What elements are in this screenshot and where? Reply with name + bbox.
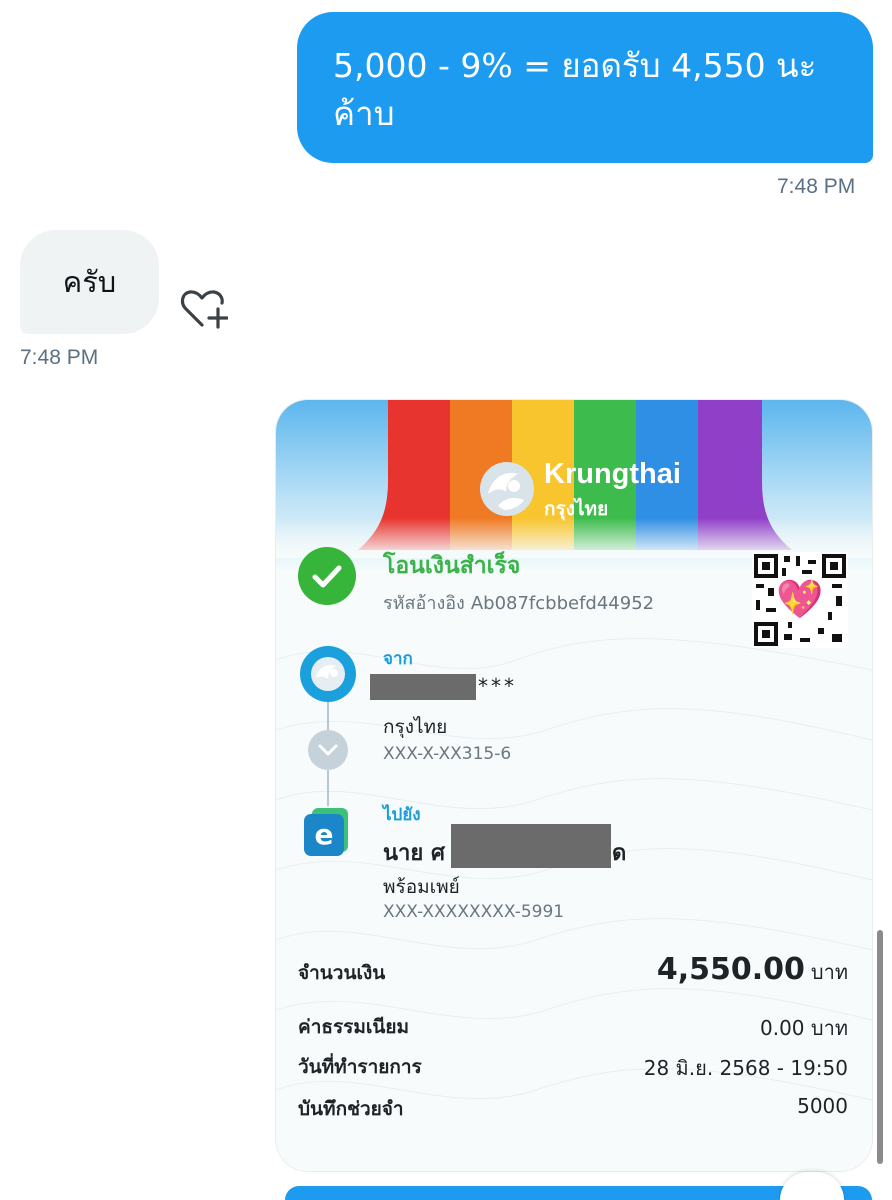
connector-line bbox=[327, 770, 329, 806]
status-title: โอนเงินสำเร็จ bbox=[383, 553, 521, 579]
outgoing-message-text: 5,000 - 9% = ยอดรับ 4,550 นะค้าบ bbox=[333, 46, 817, 133]
reference-label: รหัสอ้างอิง bbox=[383, 593, 465, 614]
scrollbar[interactable] bbox=[877, 930, 883, 1164]
recipient-name-prefix: นาย ศ bbox=[383, 841, 445, 866]
memo-label: บันทึกช่วยจำ bbox=[298, 1098, 404, 1120]
scroll-down-button[interactable] bbox=[780, 1172, 844, 1200]
chevron-down-icon bbox=[308, 730, 348, 770]
to-label: ไปยัง bbox=[383, 805, 421, 825]
incoming-message-text: ครับ bbox=[62, 265, 117, 299]
recipient-name-suffix: ด bbox=[612, 841, 627, 866]
krungthai-logo-icon bbox=[480, 462, 534, 516]
sender-account: XXX-X-XX315-6 bbox=[383, 744, 512, 764]
sender-bank: กรุงไทย bbox=[383, 716, 448, 738]
wallet-e-icon: e bbox=[304, 808, 348, 856]
sender-name-mask: *** bbox=[478, 674, 517, 698]
fee-value: 0.00 บาท bbox=[760, 1016, 848, 1040]
amount-label: จำนวนเงิน bbox=[298, 962, 386, 984]
from-label: จาก bbox=[383, 649, 413, 669]
brand-name-en: Krungthai bbox=[544, 458, 681, 490]
sparkling-heart-icon: 💖 bbox=[776, 577, 824, 621]
amount-value-row: 4,550.00 บาท bbox=[657, 952, 848, 988]
fee-label: ค่าธรรมเนียม bbox=[298, 1016, 410, 1038]
incoming-message-bubble[interactable]: ครับ bbox=[20, 230, 159, 334]
amount-value: 4,550.00 bbox=[656, 952, 805, 987]
transfer-slip-image[interactable]: Krungthai กรุงไทย โอนเงินสำเร็จ รหัสอ้าง… bbox=[276, 400, 872, 1171]
sender-bank-logo-icon bbox=[300, 646, 356, 702]
date-value: 28 มิ.ย. 2568 - 19:50 bbox=[643, 1056, 848, 1080]
outgoing-message-bubble[interactable]: 5,000 - 9% = ยอดรับ 4,550 นะค้าบ bbox=[297, 12, 873, 163]
recipient-account: XXX-XXXXXXXX-5991 bbox=[383, 902, 565, 922]
amount-unit: บาท bbox=[810, 960, 848, 984]
date-label: วันที่ทำรายการ bbox=[298, 1056, 422, 1078]
heart-plus-icon[interactable] bbox=[180, 287, 228, 331]
brand-name-th: กรุงไทย bbox=[544, 498, 609, 520]
redacted-sender-name bbox=[370, 674, 476, 700]
recipient-bank: พร้อมเพย์ bbox=[383, 876, 460, 898]
outgoing-message-time: 7:48 PM bbox=[777, 175, 856, 198]
reference-row: รหัสอ้างอิง Ab087fcbbefd44952 bbox=[383, 588, 654, 617]
success-check-icon bbox=[298, 547, 356, 605]
svg-text:e: e bbox=[315, 818, 334, 851]
reference-value: Ab087fcbbefd44952 bbox=[470, 593, 655, 614]
memo-value: 5000 bbox=[797, 1094, 848, 1118]
redacted-recipient-name bbox=[451, 824, 611, 868]
incoming-message-time: 7:48 PM bbox=[20, 346, 99, 369]
connector-line bbox=[327, 702, 329, 730]
